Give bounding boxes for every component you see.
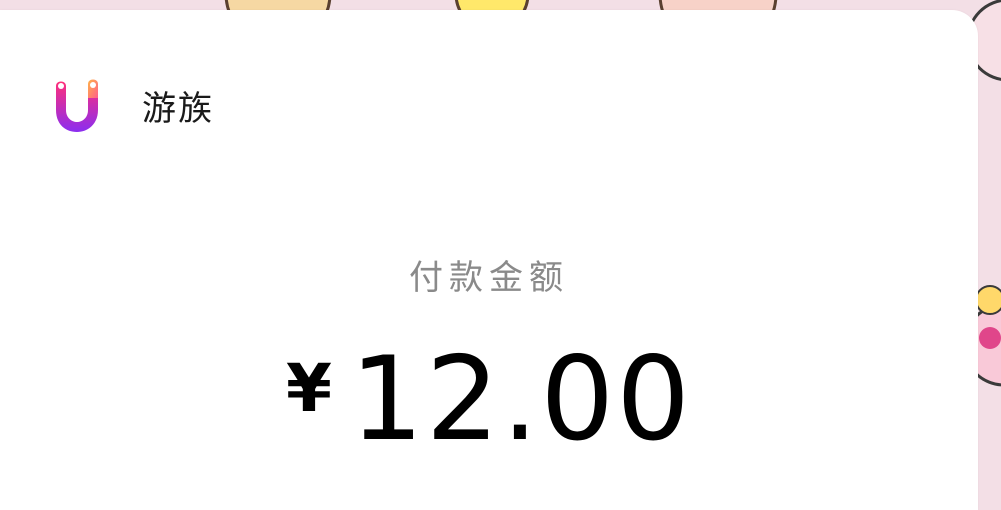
brand-header: 游族 xyxy=(52,76,214,134)
payment-card: 游族 付款金额 ¥12.00 xyxy=(0,10,978,510)
payment-amount-label: 付款金额 xyxy=(409,258,569,298)
currency-symbol: ¥ xyxy=(285,350,332,427)
payment-amount: ¥12.00 xyxy=(0,332,978,467)
youzu-logo-icon xyxy=(56,79,98,132)
amount-value: 12.00 xyxy=(349,332,693,467)
brand-name: 游族 xyxy=(142,88,214,129)
